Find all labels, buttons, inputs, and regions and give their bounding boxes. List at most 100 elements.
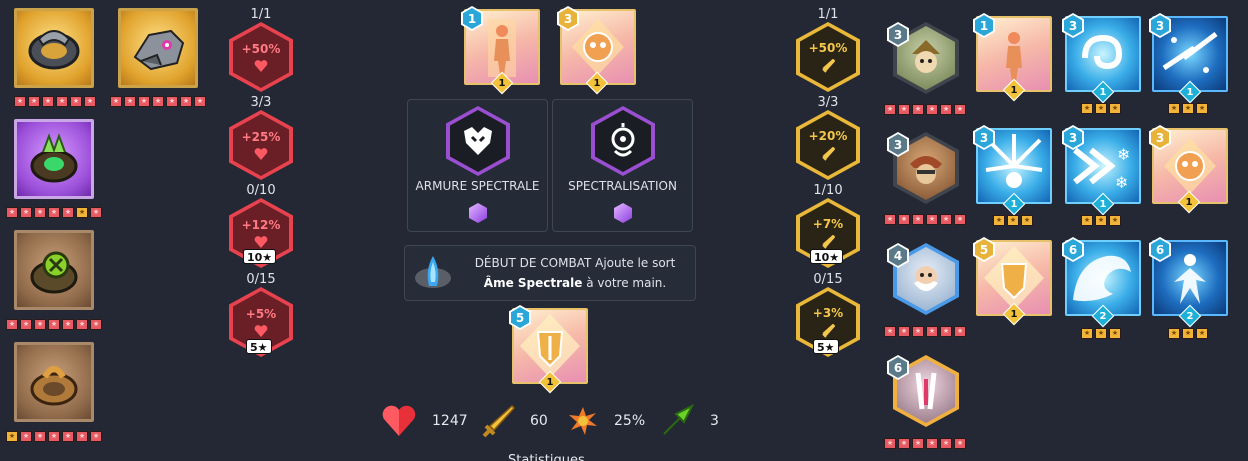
spectral-icon <box>611 123 635 157</box>
companion-icon <box>912 40 940 73</box>
total-attack: 60 <box>530 413 548 429</box>
stat-value: +50% <box>241 42 281 56</box>
equipment-ring-purple[interactable] <box>14 119 94 199</box>
svg-text:❄: ❄ <box>1117 145 1130 164</box>
cost-value: 3 <box>1064 15 1082 36</box>
star-rating: ★ ★ ★ ★ ★ ★ <box>14 96 96 107</box>
stat-value: +3% <box>812 306 844 320</box>
cost-value: 1 <box>463 8 481 29</box>
stat-fraction: 1/10 <box>813 183 843 198</box>
total-critical: 25% <box>614 413 646 429</box>
gem-icon <box>469 203 487 223</box>
star-rating: ★ ★ ★ ★ ★ ★ <box>884 104 966 115</box>
effect-spell-name: Âme Spectrale <box>483 276 583 290</box>
level-value: 1 <box>546 376 554 388</box>
level-value: 2 <box>1099 310 1107 322</box>
stat-fraction: 0/15 <box>246 272 276 287</box>
spectral-soul-icon <box>415 256 451 288</box>
passive-spectralisation[interactable]: SPECTRALISATION <box>552 99 693 232</box>
cost-value: 3 <box>1151 127 1169 148</box>
stat-fraction: 3/3 <box>250 95 272 110</box>
armor-icon <box>464 127 492 155</box>
heart-icon <box>254 236 268 248</box>
star-rating: ★ ★ ★ <box>1168 328 1208 339</box>
companion-icon <box>910 156 942 184</box>
star-rating: ★ ★ ★ ★ ★ ★ <box>884 326 966 337</box>
stat-value: +5% <box>245 307 277 321</box>
level-value: 1 <box>498 77 506 89</box>
effect-text-part2: à votre main. <box>582 276 667 290</box>
passive-armure-spectrale[interactable]: ARMURE SPECTRALE <box>407 99 548 232</box>
stats-section-label: Statistiques <box>508 453 585 461</box>
level-value: 1 <box>1010 84 1018 96</box>
heart-icon <box>254 60 268 72</box>
stat-attack-badge[interactable]: +20% <box>796 110 860 180</box>
sword-icon <box>822 59 835 73</box>
level-value: 1 <box>1099 198 1107 210</box>
heart-icon <box>382 405 416 436</box>
star-requirement-badge: 5★ <box>246 339 272 354</box>
armor-emblem-icon <box>446 106 510 176</box>
equipment-ring-bronze[interactable] <box>14 342 94 422</box>
star-rating: ★ ★ ★ <box>993 215 1033 226</box>
passive-name: ARMURE SPECTRALE <box>415 179 540 193</box>
star-rating: ★ ★ ★ ★ ★ ★ ★ <box>6 431 102 442</box>
stat-fraction: 3/3 <box>817 95 839 110</box>
sword-icon <box>822 235 835 249</box>
level-value: 1 <box>593 77 601 89</box>
critical-icon <box>569 407 597 435</box>
star-rating: ★ ★ ★ <box>1081 103 1121 114</box>
star-rating: ★ ★ ★ <box>1081 215 1121 226</box>
level-value: 2 <box>1186 310 1194 322</box>
sword-icon <box>482 404 516 438</box>
ring-icon <box>30 251 78 294</box>
stat-fraction: 0/15 <box>813 272 843 287</box>
movement-icon <box>663 404 694 435</box>
star-rating: ★ ★ ★ <box>1168 103 1208 114</box>
companion-icon <box>915 372 937 410</box>
equipment-pet-grey[interactable] <box>118 8 198 88</box>
star-requirement-badge: 10★ <box>243 249 277 264</box>
total-movement: 3 <box>710 413 719 429</box>
ring-icon <box>30 133 78 183</box>
star-rating: ★ ★ ★ <box>1081 328 1121 339</box>
build-view: { "equipment": [ {"name": "anneau-gris",… <box>0 0 1248 461</box>
ring-icon <box>28 30 80 70</box>
cost-value: 6 <box>1064 239 1082 260</box>
level-value: 1 <box>1185 196 1193 208</box>
cost-value: 3 <box>975 127 993 148</box>
level-value: 1 <box>1010 198 1018 210</box>
level-value: 1 <box>1099 86 1107 98</box>
stat-value: +25% <box>241 130 281 144</box>
level-value: 1 <box>1010 308 1018 320</box>
effect-text: DÉBUT DE COMBAT Ajoute le sort Âme Spectr… <box>461 253 689 293</box>
stat-health-badge[interactable]: +25% <box>229 110 293 180</box>
cost-value: 5 <box>975 239 993 260</box>
stat-value: +50% <box>808 41 848 55</box>
star-rating: ★ ★ ★ ★ ★ ★ ★ <box>110 96 206 107</box>
cost-value: 3 <box>1064 127 1082 148</box>
stat-value: +7% <box>812 217 844 231</box>
svg-text:❄: ❄ <box>1115 173 1128 192</box>
sword-icon <box>822 147 835 161</box>
cost-value: 6 <box>1151 239 1169 260</box>
stat-value: +20% <box>808 129 848 143</box>
sword-icon <box>822 324 835 338</box>
stat-value: +12% <box>241 218 281 232</box>
cost-value: 4 <box>889 245 907 266</box>
star-rating: ★ ★ ★ ★ ★ ★ ★ <box>6 207 102 218</box>
stat-fraction: 1/1 <box>250 7 272 22</box>
stat-fraction: 1/1 <box>817 7 839 22</box>
equipment-ring-grey[interactable] <box>14 8 94 88</box>
pet-icon <box>133 29 185 71</box>
stat-attack-badge[interactable]: +50% <box>796 22 860 92</box>
stat-fraction: 0/10 <box>246 183 276 198</box>
cost-value: 3 <box>1151 15 1169 36</box>
heart-icon <box>254 148 268 160</box>
stat-health-badge[interactable]: +50% <box>229 22 293 92</box>
equipment-ring-green[interactable] <box>14 230 94 310</box>
companion-icon <box>914 266 938 291</box>
spectral-emblem-icon <box>591 106 655 176</box>
level-value: 1 <box>1186 86 1194 98</box>
cost-value: 1 <box>975 15 993 36</box>
